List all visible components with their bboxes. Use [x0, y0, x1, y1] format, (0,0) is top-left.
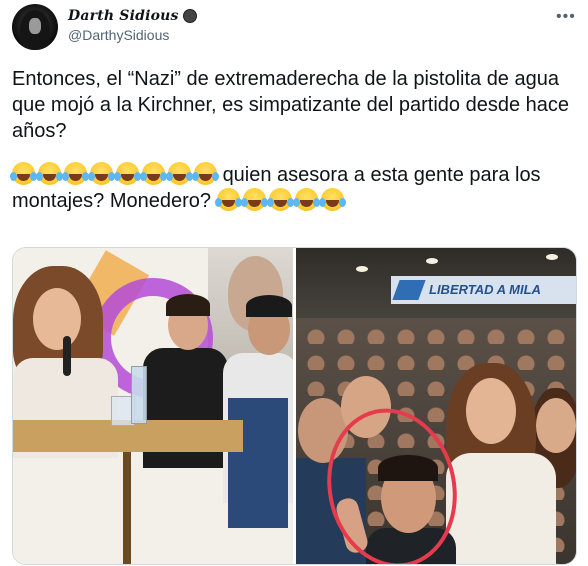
more-options-icon[interactable]: •••	[556, 8, 576, 26]
woman-face	[466, 378, 516, 444]
laughing-crying-emoji-icon	[114, 162, 141, 185]
skull-emoji-icon	[182, 9, 197, 23]
laughing-crying-emoji-icon	[192, 162, 219, 185]
young-man-2-jacket	[228, 398, 288, 528]
avatar-face	[29, 18, 41, 34]
woman-body	[446, 453, 556, 564]
author-avatar[interactable]	[12, 4, 58, 50]
tweet-media: LIBERTAD A MILA	[12, 247, 577, 565]
table-leg	[123, 452, 131, 564]
ceiling-light	[546, 254, 558, 260]
laughing-crying-emoji-icon	[266, 188, 294, 211]
author-name-row: Darth Sidious	[68, 8, 197, 24]
tweet-paragraph-1: Entonces, el “Nazi” de extremaderecha de…	[12, 68, 570, 142]
tweet: Darth Sidious @DarthySidious ••• Entonce…	[0, 0, 588, 566]
laughing-emoji-group-2	[214, 188, 346, 211]
media-photo-right[interactable]: LIBERTAD A MILA	[296, 248, 576, 564]
laughing-crying-emoji-icon	[88, 162, 115, 185]
laughing-crying-emoji-icon	[36, 162, 63, 185]
ceiling-light	[356, 266, 368, 272]
laughing-crying-emoji-icon	[140, 162, 167, 185]
young-man-2-hair	[246, 295, 292, 317]
water-bottle	[131, 366, 147, 424]
tweet-text: Entonces, el “Nazi” de extremaderecha de…	[10, 66, 572, 232]
laughing-crying-emoji-icon	[166, 162, 193, 185]
laughing-crying-emoji-icon	[240, 188, 268, 211]
girl-right-head	[536, 398, 576, 453]
laughing-crying-emoji-icon	[10, 162, 37, 185]
laughing-crying-emoji-icon	[292, 188, 320, 211]
laughing-crying-emoji-icon	[62, 162, 89, 185]
microphone	[63, 336, 71, 376]
young-man-1-hair	[166, 294, 210, 316]
media-photo-left[interactable]	[13, 248, 293, 564]
woman-face	[33, 288, 81, 350]
laughing-emoji-group-1	[10, 162, 219, 185]
tweet-paragraph-2: quien asesora a esta gente para los mont…	[10, 162, 572, 214]
laughing-crying-emoji-icon	[214, 188, 242, 211]
author-handle[interactable]: @DarthySidious	[68, 27, 169, 43]
author-display-name[interactable]: Darth Sidious	[68, 8, 179, 24]
laughing-crying-emoji-icon	[318, 188, 346, 211]
ceiling-light	[426, 258, 438, 264]
